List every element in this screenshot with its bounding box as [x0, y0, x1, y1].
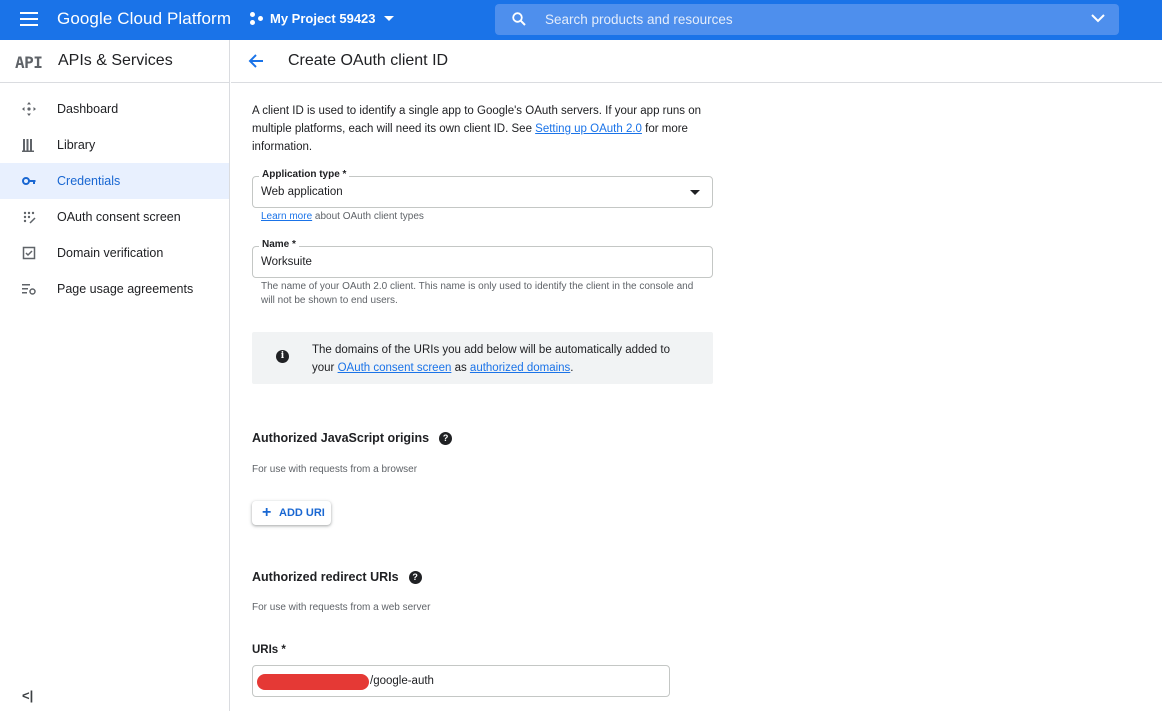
collapse-sidebar-icon[interactable]: <| — [22, 688, 33, 703]
redirect-uris-subtitle: For use with requests from a web server — [252, 602, 431, 613]
js-origins-subtitle: For use with requests from a browser — [252, 464, 418, 475]
sidebar-item-oauth-consent[interactable]: OAuth consent screen — [0, 199, 229, 235]
application-type-hint: Learn more about OAuth client types — [261, 210, 701, 224]
api-logo: API — [15, 53, 43, 72]
main-content: Create OAuth client ID A client ID is us… — [231, 40, 1162, 711]
oauth-consent-screen-link[interactable]: OAuth consent screen — [338, 362, 452, 374]
sidebar: API APIs & Services Dashboard Library Cr… — [0, 40, 230, 711]
plus-icon: + — [262, 504, 272, 521]
dropdown-arrow-icon — [690, 190, 700, 195]
redirect-uris-title-text: Authorized redirect URIs — [252, 570, 399, 584]
js-origins-title: Authorized JavaScript origins ? — [252, 431, 453, 445]
sidebar-item-label: Domain verification — [57, 246, 164, 260]
library-icon — [22, 139, 34, 152]
redaction-mark — [257, 674, 369, 690]
page-header: Create OAuth client ID — [231, 40, 1162, 83]
redirect-uris-title: Authorized redirect URIs ? — [252, 570, 422, 584]
project-selector[interactable]: My Project 59423 — [250, 11, 394, 26]
hint-text: about OAuth client types — [312, 211, 424, 222]
chevron-down-icon[interactable] — [1091, 13, 1105, 23]
uris-label: URIs * — [252, 644, 286, 656]
key-icon — [22, 177, 36, 185]
search-placeholder: Search products and resources — [545, 12, 733, 27]
settings-list-icon — [22, 284, 36, 295]
add-uri-button[interactable]: + ADD URI — [252, 501, 331, 525]
sidebar-item-library[interactable]: Library — [0, 127, 229, 163]
sidebar-item-label: Library — [57, 138, 96, 152]
sidebar-item-label: Page usage agreements — [57, 282, 194, 296]
application-type-label: Application type * — [259, 169, 350, 180]
redirect-uri-value: /google-auth — [370, 675, 434, 687]
info-text: The domains of the URIs you add below wi… — [312, 341, 692, 377]
info-text-after: . — [570, 362, 574, 374]
back-arrow-icon[interactable] — [248, 53, 264, 69]
redirect-uri-input[interactable]: /google-auth — [252, 665, 670, 697]
search-input[interactable]: Search products and resources — [495, 4, 1119, 35]
checkbox-icon — [22, 246, 36, 260]
project-dots-icon — [250, 11, 264, 26]
project-name: My Project 59423 — [270, 11, 376, 26]
help-icon[interactable]: ? — [439, 431, 453, 445]
js-origins-title-text: Authorized JavaScript origins — [252, 431, 430, 445]
application-type-select[interactable]: Application type * Web application — [252, 169, 713, 208]
sidebar-nav: Dashboard Library Credentials OAuth cons… — [0, 91, 229, 307]
menu-icon[interactable] — [20, 12, 38, 26]
caret-down-icon — [383, 16, 394, 21]
sidebar-item-page-usage[interactable]: Page usage agreements — [0, 271, 229, 307]
search-icon — [512, 12, 526, 26]
sidebar-item-dashboard[interactable]: Dashboard — [0, 91, 229, 127]
application-type-value: Web application — [261, 186, 343, 198]
brand-title[interactable]: Google Cloud Platform — [57, 9, 231, 29]
name-label: Name * — [259, 239, 299, 250]
authorized-domains-link[interactable]: authorized domains — [470, 362, 570, 374]
info-icon: i — [276, 350, 289, 363]
name-input[interactable]: Name * Worksuite — [252, 239, 713, 278]
sidebar-header: API APIs & Services — [0, 40, 229, 83]
add-uri-label: ADD URI — [279, 507, 325, 519]
info-banner: i The domains of the URIs you add below … — [252, 332, 713, 384]
name-value: Worksuite — [261, 256, 312, 268]
sidebar-title: APIs & Services — [58, 52, 173, 69]
sidebar-item-credentials[interactable]: Credentials — [0, 163, 229, 199]
sidebar-item-label: OAuth consent screen — [57, 210, 181, 224]
setting-up-oauth-link[interactable]: Setting up OAuth 2.0 — [535, 123, 642, 135]
info-text-mid: as — [451, 362, 470, 374]
sidebar-item-label: Dashboard — [57, 102, 119, 116]
learn-more-link[interactable]: Learn more — [261, 211, 312, 222]
top-app-bar: Google Cloud Platform My Project 59423 S… — [0, 0, 1162, 40]
page-title: Create OAuth client ID — [288, 52, 449, 69]
name-hint: The name of your OAuth 2.0 client. This … — [261, 281, 694, 306]
consent-grid-icon — [23, 211, 36, 224]
sidebar-item-domain-verification[interactable]: Domain verification — [0, 235, 229, 271]
dashboard-icon — [22, 102, 36, 116]
intro-paragraph: A client ID is used to identify a single… — [252, 102, 722, 156]
sidebar-item-label: Credentials — [57, 174, 121, 188]
help-icon[interactable]: ? — [408, 570, 422, 584]
